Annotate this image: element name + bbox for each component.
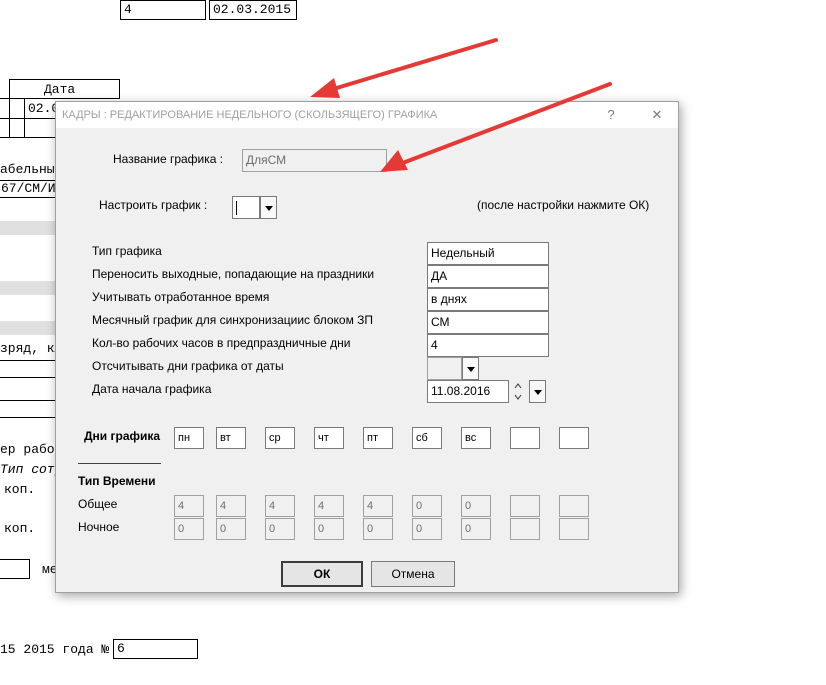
configure-label: Настроить график : <box>99 198 208 212</box>
start-date-spinner[interactable] <box>512 380 524 403</box>
count-from-dropdown-button[interactable] <box>462 357 479 380</box>
bg-top-field-2[interactable]: 02.03.2015 <box>209 0 297 20</box>
days-label: Дни графика <box>84 429 161 443</box>
general-box-1: 4 <box>174 495 204 517</box>
param-field-holidays[interactable]: ДА <box>427 265 549 288</box>
start-date-dropdown-button[interactable] <box>529 380 546 403</box>
general-label: Общее <box>78 497 118 511</box>
param-label-monthly: Месячный график для синхронизациис блоко… <box>92 313 374 327</box>
bg-footer-field[interactable]: 6 <box>113 639 198 659</box>
bg-grey-bar-1 <box>0 221 56 235</box>
night-label: Ночное <box>78 520 120 534</box>
arrow-to-title <box>310 38 498 98</box>
night-box-3: 0 <box>265 518 295 540</box>
bg-field-4[interactable] <box>0 559 30 579</box>
bg-field-2[interactable] <box>0 360 58 378</box>
spinner-arrows-icon[interactable] <box>512 380 524 403</box>
day-box-wed[interactable]: ср <box>265 427 295 449</box>
bg-text-5: Тип сотр <box>0 462 63 477</box>
configure-hint: (после настройки нажмите ОК) <box>477 198 650 212</box>
day-box-mon[interactable]: пн <box>174 427 204 449</box>
name-label: Название графика : <box>113 152 224 166</box>
schedule-dialog: КАДРЫ : РЕДАКТИРОВАНИЕ НЕДЕЛЬНОГО (СКОЛЬ… <box>55 101 679 593</box>
general-box-6: 0 <box>412 495 442 517</box>
day-box-sun[interactable]: вс <box>461 427 491 449</box>
bg-text-7: коп. <box>4 521 36 536</box>
night-box-2: 0 <box>216 518 246 540</box>
bg-grey-bar-2 <box>0 281 56 295</box>
param-field-hours[interactable]: 4 <box>427 334 549 357</box>
time-type-label: Тип Времени <box>78 474 156 488</box>
param-label-count-from: Отсчитывать дни графика от даты <box>92 359 284 373</box>
configure-dropdown-button[interactable] <box>260 196 277 219</box>
configure-dropdown[interactable] <box>232 196 260 219</box>
bg-footer-text: 15 2015 года № <box>0 642 110 657</box>
bg-date-header: Дата <box>44 82 76 97</box>
general-box-5: 4 <box>363 495 393 517</box>
bg-text-3: зряд, кл <box>0 341 63 356</box>
night-box-7: 0 <box>461 518 491 540</box>
general-box-2: 4 <box>216 495 246 517</box>
general-box-8 <box>510 495 540 517</box>
general-box-4: 4 <box>314 495 344 517</box>
text-cursor <box>236 200 237 215</box>
day-box-8[interactable] <box>510 427 540 449</box>
bg-grey-bar-3 <box>0 321 56 335</box>
day-box-sat[interactable]: сб <box>412 427 442 449</box>
name-field: ДляСМ <box>242 149 387 172</box>
close-button[interactable]: ✕ <box>647 106 667 124</box>
param-label-start-date: Дата начала графика <box>92 382 212 396</box>
night-box-9 <box>559 518 589 540</box>
param-label-holidays: Переносить выходные, попадающие на празд… <box>92 267 375 281</box>
general-box-3: 4 <box>265 495 295 517</box>
dialog-titlebar[interactable]: КАДРЫ : РЕДАКТИРОВАНИЕ НЕДЕЛЬНОГО (СКОЛЬ… <box>56 102 678 128</box>
param-label-type: Тип графика <box>92 244 162 258</box>
general-box-7: 0 <box>461 495 491 517</box>
param-field-worked-time[interactable]: в днях <box>427 288 549 311</box>
night-box-4: 0 <box>314 518 344 540</box>
night-box-6: 0 <box>412 518 442 540</box>
param-label-worked-time: Учитывать отработанное время <box>92 290 270 304</box>
day-box-fri[interactable]: пт <box>363 427 393 449</box>
help-button[interactable]: ? <box>601 106 621 124</box>
bg-field-tab[interactable]: 67/CM/ИА <box>0 180 58 198</box>
param-field-monthly[interactable]: СМ <box>427 311 549 334</box>
divider <box>78 463 161 464</box>
param-label-hours: Кол-во рабочих часов в предпраздничные д… <box>92 336 351 350</box>
ok-button[interactable]: ОК <box>281 561 363 587</box>
bg-text-6: коп. <box>4 482 36 497</box>
bg-top-field-1[interactable]: 4 <box>120 0 206 20</box>
cancel-button[interactable]: Отмена <box>371 561 455 587</box>
day-box-thu[interactable]: чт <box>314 427 344 449</box>
night-box-5: 0 <box>363 518 393 540</box>
dialog-title: КАДРЫ : РЕДАКТИРОВАНИЕ НЕДЕЛЬНОГО (СКОЛЬ… <box>62 109 438 121</box>
start-date-field[interactable]: 11.08.2016 <box>427 380 509 403</box>
night-box-8 <box>510 518 540 540</box>
param-field-type[interactable]: Недельный <box>427 242 549 265</box>
bg-field-3[interactable] <box>0 400 58 418</box>
bg-date-header-cell: Дата <box>9 79 120 99</box>
bg-text-4: ер работ <box>0 442 63 457</box>
param-field-count-from <box>427 357 462 380</box>
general-box-9 <box>559 495 589 517</box>
night-box-1: 0 <box>174 518 204 540</box>
bg-text-1: абельный <box>0 162 63 177</box>
day-box-9[interactable] <box>559 427 589 449</box>
day-box-tue[interactable]: вт <box>216 427 246 449</box>
